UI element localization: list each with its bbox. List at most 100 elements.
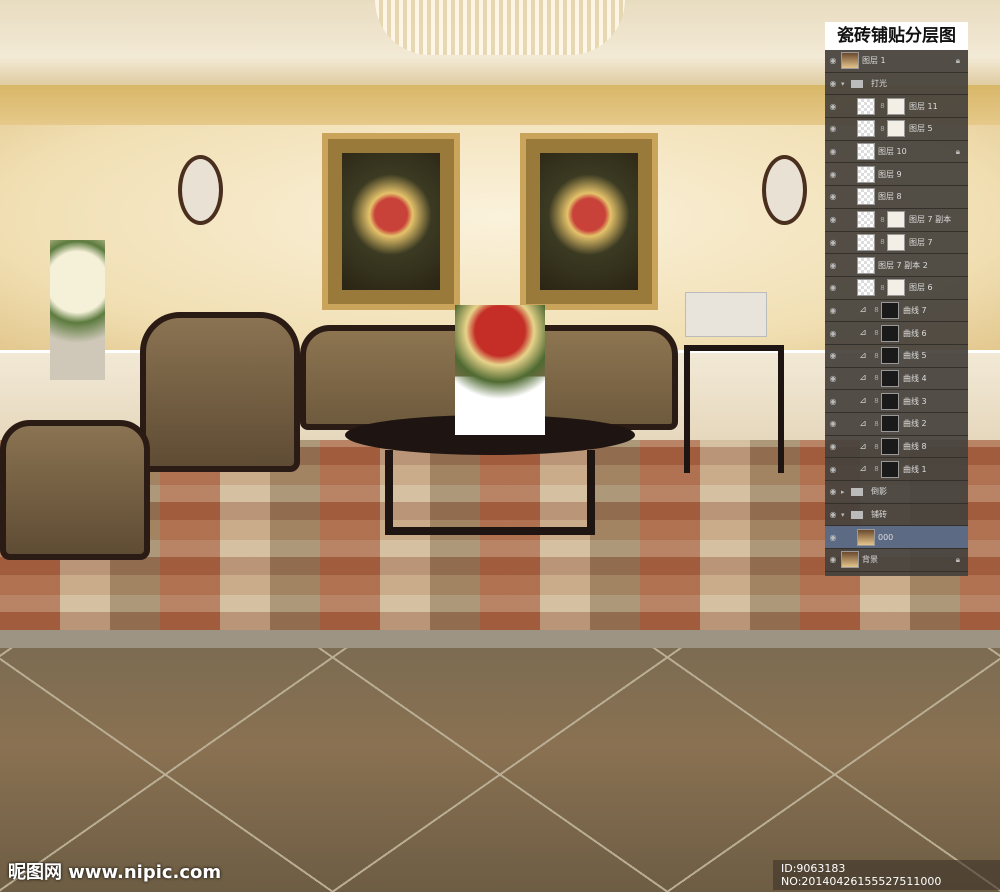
layer-row[interactable]: ◉ ⊿ 8 曲线 4 xyxy=(825,368,968,391)
layer-thumbnail xyxy=(857,528,875,546)
eye-icon[interactable]: ◉ xyxy=(825,283,841,292)
chevron-right-icon[interactable]: ▸ xyxy=(841,488,851,496)
side-table xyxy=(684,345,784,473)
layer-row[interactable]: ◉ ▸ 倒影 xyxy=(825,481,968,504)
eye-icon[interactable]: ◉ xyxy=(825,374,841,383)
layer-name: 曲线 7 xyxy=(903,305,927,315)
layer-mask xyxy=(887,97,905,115)
layer-mask xyxy=(881,392,899,410)
layer-row[interactable]: ◉ ⊿ 8 曲线 5 xyxy=(825,345,968,368)
layer-name: 图层 10 xyxy=(878,147,907,157)
eye-icon[interactable]: ◉ xyxy=(825,79,841,88)
chevron-down-icon[interactable]: ▾ xyxy=(841,511,851,519)
eye-icon[interactable]: ◉ xyxy=(825,261,841,270)
layer-row[interactable]: ◉ 8 图层 11 xyxy=(825,95,968,119)
eye-icon[interactable]: ◉ xyxy=(825,419,841,428)
curves-icon: ⊿ xyxy=(859,373,867,384)
layer-row[interactable]: ◉ ⊿ 8 曲线 8 xyxy=(825,436,968,459)
layer-thumbnail xyxy=(857,97,875,115)
link-icon: 8 xyxy=(874,306,879,315)
layer-row[interactable]: ◉ 8 图层 7 xyxy=(825,232,968,255)
lock-icon: 🔒︎ xyxy=(955,146,960,156)
coffee-table-legs xyxy=(385,450,595,535)
eye-icon[interactable]: ◉ xyxy=(825,465,841,474)
eye-icon[interactable]: ◉ xyxy=(825,351,841,360)
eye-icon[interactable]: ◉ xyxy=(825,124,841,133)
layer-name: 图层 7 xyxy=(909,237,933,247)
layer-row[interactable]: ◉ ⊿ 8 曲线 6 xyxy=(825,322,968,345)
link-icon: 8 xyxy=(880,283,885,292)
layer-mask xyxy=(881,460,899,478)
eye-icon[interactable]: ◉ xyxy=(825,510,841,519)
folder-icon xyxy=(851,510,863,519)
layer-row[interactable]: ◉ 8 图层 6 xyxy=(825,277,968,300)
layer-row[interactable]: ◉ ▾ 铺砖 xyxy=(825,504,968,527)
armchair-front xyxy=(0,420,150,560)
eye-icon[interactable]: ◉ xyxy=(825,487,841,496)
layer-thumbnail xyxy=(857,120,875,138)
layer-name: 曲线 3 xyxy=(903,396,927,406)
layer-row[interactable]: ◉ 图层 1 🔒︎ xyxy=(825,50,968,73)
eye-icon[interactable]: ◉ xyxy=(825,533,841,542)
layer-mask xyxy=(887,279,905,297)
chevron-down-icon[interactable]: ▾ xyxy=(841,80,851,88)
layer-row[interactable]: ◉ ▾ 打光 xyxy=(825,73,968,96)
link-icon: 8 xyxy=(880,215,885,224)
eye-icon[interactable]: ◉ xyxy=(825,170,841,179)
lock-icon: 🔒︎ xyxy=(955,554,960,564)
layer-name: 曲线 5 xyxy=(903,351,927,361)
eye-icon[interactable]: ◉ xyxy=(825,329,841,338)
layer-name: 曲线 4 xyxy=(903,373,927,383)
curves-icon: ⊿ xyxy=(859,418,867,429)
curves-icon: ⊿ xyxy=(859,464,867,475)
eye-icon[interactable]: ◉ xyxy=(825,215,841,224)
folder-icon xyxy=(851,487,863,496)
curves-icon: ⊿ xyxy=(859,396,867,407)
layer-row[interactable]: ◉ 图层 8 xyxy=(825,186,968,209)
painting-right xyxy=(520,133,658,310)
layer-name: 图层 7 副本 xyxy=(909,215,952,225)
wall-sconce-right xyxy=(762,155,807,225)
eye-icon[interactable]: ◉ xyxy=(825,147,841,156)
layer-row[interactable]: ◉ ⊿ 8 曲线 7 xyxy=(825,300,968,323)
layer-name: 背景 xyxy=(862,555,878,565)
layer-thumbnail xyxy=(857,279,875,297)
watermark-id: ID:9063183 NO:20140426155527511000 xyxy=(773,860,1000,890)
layer-name: 曲线 8 xyxy=(903,442,927,452)
layer-row[interactable]: ◉ ⊿ 8 曲线 2 xyxy=(825,413,968,436)
layer-row[interactable]: ◉ 图层 10 🔒︎ xyxy=(825,141,968,164)
watermark-site: 昵图网 www.nipic.com xyxy=(8,862,222,883)
eye-icon[interactable]: ◉ xyxy=(825,238,841,247)
link-icon: 8 xyxy=(880,124,885,133)
layer-name: 图层 11 xyxy=(909,101,938,111)
wall-sconce-left xyxy=(178,155,223,225)
eye-icon[interactable]: ◉ xyxy=(825,56,841,65)
curves-icon: ⊿ xyxy=(859,328,867,339)
layer-row[interactable]: ◉ 图层 9 xyxy=(825,163,968,187)
layer-row[interactable]: ◉ 图层 7 副本 2 xyxy=(825,254,968,277)
layer-name: 000 xyxy=(878,532,894,542)
layer-thumbnail xyxy=(857,256,875,274)
layer-thumbnail xyxy=(857,211,875,229)
layer-thumbnail xyxy=(857,188,875,206)
eye-icon[interactable]: ◉ xyxy=(825,397,841,406)
layer-row[interactable]: ◉ 背景 🔒︎ xyxy=(825,549,968,572)
layer-name: 曲线 2 xyxy=(903,419,927,429)
eye-icon[interactable]: ◉ xyxy=(825,555,841,564)
layer-name: 打光 xyxy=(871,79,887,89)
layer-row[interactable]: ◉ ⊿ 8 曲线 1 xyxy=(825,458,968,482)
layer-row[interactable]: ◉ ⊿ 8 曲线 3 xyxy=(825,390,968,413)
layer-row[interactable]: ◉ 000 xyxy=(825,526,968,550)
eye-icon[interactable]: ◉ xyxy=(825,102,841,111)
layer-row[interactable]: ◉ 8 图层 5 xyxy=(825,118,968,141)
table-lamp xyxy=(685,292,767,337)
layer-row[interactable]: ◉ 8 图层 7 副本 xyxy=(825,209,968,232)
layer-name: 图层 7 副本 2 xyxy=(878,260,928,270)
eye-icon[interactable]: ◉ xyxy=(825,306,841,315)
eye-icon[interactable]: ◉ xyxy=(825,442,841,451)
eye-icon[interactable]: ◉ xyxy=(825,192,841,201)
tile-floor xyxy=(0,648,1000,892)
layer-thumbnail xyxy=(857,233,875,251)
layer-mask xyxy=(881,369,899,387)
link-icon: 8 xyxy=(874,465,879,474)
